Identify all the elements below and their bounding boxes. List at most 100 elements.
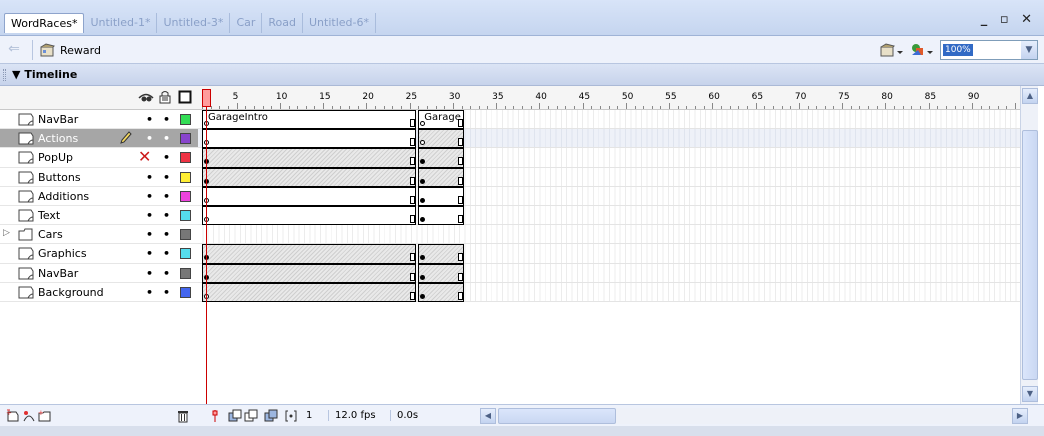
lock-all-icon[interactable]	[158, 90, 172, 104]
frame-span[interactable]	[202, 244, 417, 264]
edit-scene-icon[interactable]	[880, 41, 904, 59]
document-tab[interactable]: Untitled-6*	[303, 13, 376, 33]
layer-name[interactable]: Text	[38, 209, 60, 222]
timeline-panel-header[interactable]: ▼ Timeline	[0, 64, 1044, 86]
layer-row[interactable]: Actions • •	[0, 129, 198, 149]
layer-name[interactable]: Background	[38, 286, 104, 299]
frame-row[interactable]	[198, 244, 1020, 264]
outline-color-swatch[interactable]	[180, 133, 191, 145]
layer-name[interactable]: Graphics	[38, 247, 87, 260]
document-tab[interactable]: WordRaces*	[4, 13, 85, 33]
lock-dot[interactable]: •	[163, 267, 170, 280]
window-controls[interactable]: _ ▫ ✕	[981, 12, 1036, 27]
lock-dot[interactable]: •	[163, 132, 170, 145]
outline-color-swatch[interactable]	[180, 229, 191, 241]
center-frame-icon[interactable]	[208, 409, 222, 423]
scene-breadcrumb[interactable]: Reward	[40, 40, 101, 60]
lock-dot[interactable]: •	[163, 171, 170, 184]
lock-dot[interactable]: •	[163, 228, 170, 241]
outline-color-swatch[interactable]	[180, 152, 191, 164]
back-arrow-icon[interactable]: ⇐	[6, 41, 22, 57]
frame-row[interactable]	[198, 206, 1020, 226]
outline-color-swatch[interactable]	[180, 171, 191, 183]
expand-folder-arrow-icon[interactable]: ▷	[3, 228, 10, 238]
frame-rate-field[interactable]: 12.0 fps	[328, 410, 376, 421]
visibility-dot[interactable]: •	[146, 228, 153, 241]
zoom-combobox[interactable]: 100% ▼	[940, 40, 1038, 60]
layer-row[interactable]: ▷ Cars • •	[0, 225, 198, 245]
keyframe-marker[interactable]	[420, 274, 426, 280]
document-tab[interactable]: Untitled-1*	[84, 13, 158, 33]
layer-name[interactable]: PopUp	[38, 151, 73, 164]
scroll-down-icon[interactable]: ▼	[1022, 386, 1038, 402]
keyframe-marker[interactable]	[420, 178, 426, 184]
frame-row[interactable]	[198, 282, 1020, 302]
scroll-up-icon[interactable]: ▲	[1022, 88, 1038, 104]
outline-color-swatch[interactable]	[180, 286, 191, 298]
document-tab[interactable]: Road	[262, 13, 303, 33]
frame-span[interactable]	[202, 206, 417, 226]
layer-row[interactable]: NavBar • •	[0, 264, 198, 283]
frame-span[interactable]	[202, 129, 417, 149]
frame-span[interactable]	[202, 263, 417, 283]
outline-color-swatch[interactable]	[180, 267, 191, 279]
lock-dot[interactable]: •	[163, 190, 170, 203]
frame-row[interactable]	[198, 148, 1020, 168]
frame-span[interactable]	[202, 186, 417, 206]
insert-folder-icon[interactable]: +	[38, 409, 52, 423]
frame-rows[interactable]: GarageIntro Garage	[198, 110, 1020, 302]
timeline-vertical-scrollbar[interactable]: ▲ ▼	[1020, 86, 1038, 404]
frame-span[interactable]	[202, 282, 417, 302]
layer-name[interactable]: Buttons	[38, 171, 81, 184]
visibility-dot[interactable]: •	[146, 171, 153, 184]
add-motion-guide-icon[interactable]	[22, 409, 36, 423]
collapse-triangle-icon[interactable]: ▼	[12, 68, 20, 81]
lock-dot[interactable]: •	[163, 247, 170, 260]
edit-symbols-icon[interactable]	[910, 41, 934, 59]
layer-row[interactable]: Buttons • •	[0, 168, 198, 187]
trash-icon[interactable]	[176, 409, 190, 423]
layer-row[interactable]: NavBar • •	[0, 110, 198, 130]
outline-color-swatch[interactable]	[180, 190, 191, 202]
lock-dot[interactable]: •	[163, 113, 170, 126]
onion-skin-outlines-icon[interactable]	[244, 409, 258, 423]
visibility-dot[interactable]: •	[146, 247, 153, 260]
outline-all-icon[interactable]	[178, 90, 192, 104]
show-hide-all-eye-icon[interactable]	[138, 90, 154, 104]
lock-dot[interactable]: •	[163, 286, 170, 299]
layer-row[interactable]: Background • •	[0, 283, 198, 302]
modify-onion-markers-icon[interactable]	[284, 409, 298, 423]
layer-name[interactable]: NavBar	[38, 113, 78, 126]
scroll-right-icon[interactable]: ▶	[1012, 408, 1028, 424]
timeline-horizontal-scrollbar[interactable]: ◀ ▶	[480, 408, 1028, 424]
layer-name[interactable]: Cars	[38, 228, 63, 241]
horizontal-scroll-thumb[interactable]	[498, 408, 616, 424]
frame-row[interactable]: GarageIntro Garage	[198, 110, 1020, 130]
document-tab[interactable]: Untitled-3*	[157, 13, 231, 33]
frame-row[interactable]	[198, 225, 1020, 245]
panel-grip-icon[interactable]	[3, 69, 6, 81]
playhead-handle[interactable]	[202, 89, 211, 107]
chevron-down-icon[interactable]: ▼	[1021, 41, 1037, 59]
playhead[interactable]	[202, 86, 211, 404]
frame-span[interactable]	[202, 148, 417, 168]
frame-row[interactable]	[198, 129, 1020, 149]
layer-name[interactable]: Additions	[38, 190, 89, 203]
layer-row[interactable]: Text • •	[0, 206, 198, 226]
scroll-left-icon[interactable]: ◀	[480, 408, 496, 424]
layer-row[interactable]: Graphics • •	[0, 244, 198, 264]
visibility-dot[interactable]: •	[146, 132, 153, 145]
document-tab[interactable]: Car	[230, 13, 263, 33]
frame-ruler[interactable]: 151015202530354045505560657075808590	[198, 86, 1020, 110]
zoom-value[interactable]: 100%	[943, 44, 973, 56]
outline-color-swatch[interactable]	[180, 114, 191, 125]
layer-name[interactable]: Actions	[38, 132, 78, 145]
frame-span[interactable]	[202, 167, 417, 187]
outline-color-swatch[interactable]	[180, 248, 191, 260]
frames-panel[interactable]: 151015202530354045505560657075808590 Gar…	[198, 86, 1020, 404]
visibility-dot[interactable]: •	[146, 190, 153, 203]
frame-row[interactable]	[198, 186, 1020, 206]
vertical-scroll-thumb[interactable]	[1022, 130, 1038, 380]
frame-row[interactable]	[198, 263, 1020, 283]
visibility-dot[interactable]: •	[146, 267, 153, 280]
